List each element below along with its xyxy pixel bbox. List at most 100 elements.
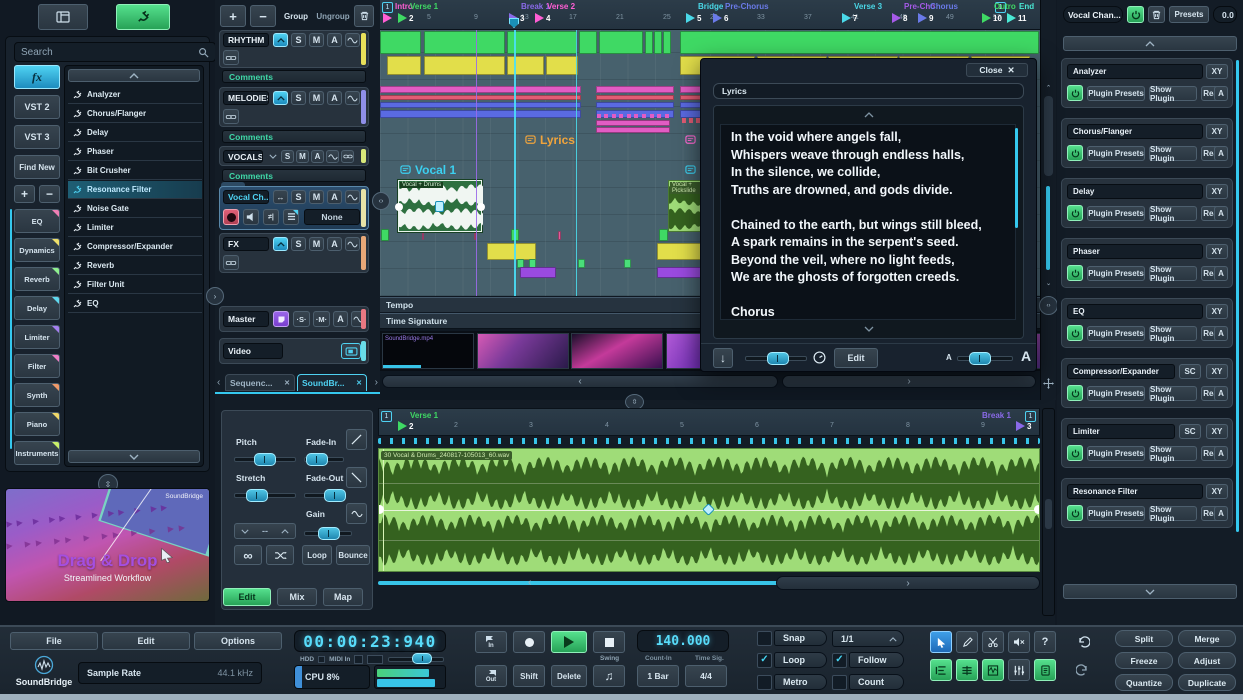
font-size-slider[interactable]: [957, 352, 1013, 364]
track-name-field[interactable]: Master: [223, 311, 269, 327]
marker-label-chorus[interactable]: Chorus: [930, 2, 958, 11]
clip-block[interactable]: [422, 231, 425, 240]
notes-button[interactable]: [273, 311, 289, 327]
checkbox[interactable]: ✓: [757, 653, 772, 668]
a-mode-button[interactable]: A: [1214, 446, 1228, 461]
comment-marker[interactable]: Lyrics: [525, 133, 575, 147]
show-plugin-button[interactable]: Show Plugin: [1149, 506, 1197, 521]
plugins-view-button[interactable]: [116, 4, 170, 30]
power-button[interactable]: [1067, 385, 1083, 401]
video-window-button[interactable]: [341, 343, 361, 359]
automation-wave-button[interactable]: [345, 237, 360, 251]
marker-label-outro[interactable]: Outro: [994, 2, 1016, 11]
plugin-presets-button[interactable]: Plugin Presets: [1087, 326, 1145, 341]
marker-flag[interactable]: [918, 13, 927, 23]
pan-icon[interactable]: [1043, 378, 1054, 389]
marker-label-break1[interactable]: Break 1: [521, 2, 550, 11]
midi-clip-stripe[interactable]: [596, 102, 674, 108]
clip-stretch-handle[interactable]: [435, 201, 444, 212]
take-list-button[interactable]: [283, 209, 299, 225]
remove-track-button[interactable]: −: [250, 5, 276, 27]
tab-vst2[interactable]: VST 2: [14, 95, 60, 119]
clip-block[interactable]: [596, 127, 671, 133]
plugin-presets-button[interactable]: Plugin Presets: [1087, 206, 1145, 221]
tab-sequence[interactable]: Sequenc... ✕: [225, 374, 295, 391]
arranger-view-button[interactable]: [38, 4, 88, 30]
category-dynamics[interactable]: Dynamics: [14, 238, 60, 262]
midi-clip-stripe[interactable]: [380, 95, 581, 100]
tool-draw[interactable]: [956, 631, 978, 653]
show-tracks-button[interactable]: [930, 659, 952, 681]
checkbox[interactable]: [757, 675, 772, 690]
xy-button[interactable]: XY: [1206, 484, 1228, 499]
plugin-presets-button[interactable]: Plugin Presets: [1087, 506, 1145, 521]
track-video[interactable]: Video: [219, 338, 369, 364]
editor-loop-start[interactable]: 1: [381, 411, 392, 422]
track-panel-expand-handle[interactable]: ›: [206, 287, 224, 305]
tab-edit[interactable]: Edit: [223, 588, 271, 606]
undo-button[interactable]: [1072, 631, 1094, 653]
xy-button[interactable]: XY: [1206, 244, 1228, 259]
link-button[interactable]: [223, 109, 239, 124]
loop-button[interactable]: Loop: [302, 545, 332, 565]
clip-block[interactable]: [663, 31, 671, 54]
track-vocal-channel-selected[interactable]: Vocal Ch.. ↔ S M A ≠| None: [219, 186, 369, 230]
adjust-button[interactable]: Adjust: [1178, 652, 1236, 669]
track-vocals[interactable]: VOCALS S M A: [219, 146, 369, 166]
lyrics-title-bar[interactable]: Lyrics: [713, 83, 1024, 99]
power-button[interactable]: [1067, 85, 1083, 101]
show-plugin-button[interactable]: Show Plugin: [1149, 206, 1197, 221]
marker-flag[interactable]: [383, 13, 392, 23]
track-rhythm[interactable]: RHYTHM S M A: [219, 30, 369, 68]
plugin-list-item[interactable]: Limiter: [68, 219, 202, 237]
video-thumbnail[interactable]: SoundBridge.mp4: [382, 333, 474, 369]
channel-presets-button[interactable]: Presets: [1169, 6, 1209, 23]
marker-label-bridge[interactable]: Bridge: [698, 2, 723, 11]
automation-wave-button[interactable]: [345, 91, 360, 105]
clip-block[interactable]: [596, 120, 671, 126]
arm-button[interactable]: A: [327, 33, 342, 47]
plugin-list-item[interactable]: Bit Crusher: [68, 162, 202, 180]
marker-flag[interactable]: [398, 13, 407, 23]
tabs-scroll-left[interactable]: ‹: [217, 377, 220, 388]
solo-button[interactable]: S: [291, 190, 306, 204]
editor-vscroll-thumb[interactable]: [1045, 499, 1052, 529]
pitch-slider[interactable]: [234, 453, 296, 465]
check-follow[interactable]: ✓Follow: [832, 652, 904, 669]
editor-scroll-thumb[interactable]: ›: [776, 576, 1040, 590]
a-mode-button[interactable]: A: [1214, 386, 1228, 401]
midi-clip-stripe[interactable]: [380, 102, 581, 108]
plugin-presets-button[interactable]: Plugin Presets: [1087, 266, 1145, 281]
fade-out-slider[interactable]: [304, 489, 344, 501]
help-button[interactable]: ?: [1034, 631, 1056, 653]
clip-node-right[interactable]: [477, 203, 485, 211]
clip-block[interactable]: [424, 31, 506, 54]
plugin-presets-button[interactable]: Plugin Presets: [1087, 386, 1145, 401]
arrangement-left-handle[interactable]: ‹›: [372, 192, 390, 210]
plugin-name-field[interactable]: Resonance Filter: [1067, 484, 1203, 499]
vscroll-down-icon[interactable]: ⌃: [1043, 276, 1054, 286]
category-instruments[interactable]: Instruments: [14, 441, 60, 465]
options-menu-button[interactable]: Options: [194, 632, 282, 650]
solo-button[interactable]: S: [281, 150, 294, 163]
mute-button[interactable]: M: [309, 91, 324, 105]
loop-start-marker[interactable]: 1: [382, 2, 393, 13]
plugin-list-item[interactable]: Analyzer: [68, 86, 202, 104]
tab-close-icon[interactable]: ✕: [356, 379, 362, 387]
solo-button[interactable]: S: [291, 237, 306, 251]
plugin-presets-button[interactable]: Plugin Presets: [1087, 86, 1145, 101]
count-in-selector[interactable]: 1 Bar: [637, 665, 679, 687]
plugin-name-field[interactable]: Delay: [1067, 184, 1203, 199]
plugin-presets-button[interactable]: Plugin Presets: [1087, 146, 1145, 161]
arm-button[interactable]: A: [333, 311, 348, 327]
gain-envelope-button[interactable]: [346, 503, 367, 524]
clip-block[interactable]: [578, 259, 585, 268]
marker-label-end[interactable]: End: [1019, 2, 1034, 11]
midi-clip-stripe[interactable]: [596, 86, 674, 93]
tool-mute[interactable]: [1008, 631, 1030, 653]
plugin-list-item[interactable]: Reverb: [68, 257, 202, 275]
clip-block[interactable]: [380, 31, 421, 54]
clip-block[interactable]: [387, 56, 421, 75]
close-button[interactable]: Close ✕: [966, 63, 1028, 77]
category-reverb[interactable]: Reverb: [14, 267, 60, 291]
